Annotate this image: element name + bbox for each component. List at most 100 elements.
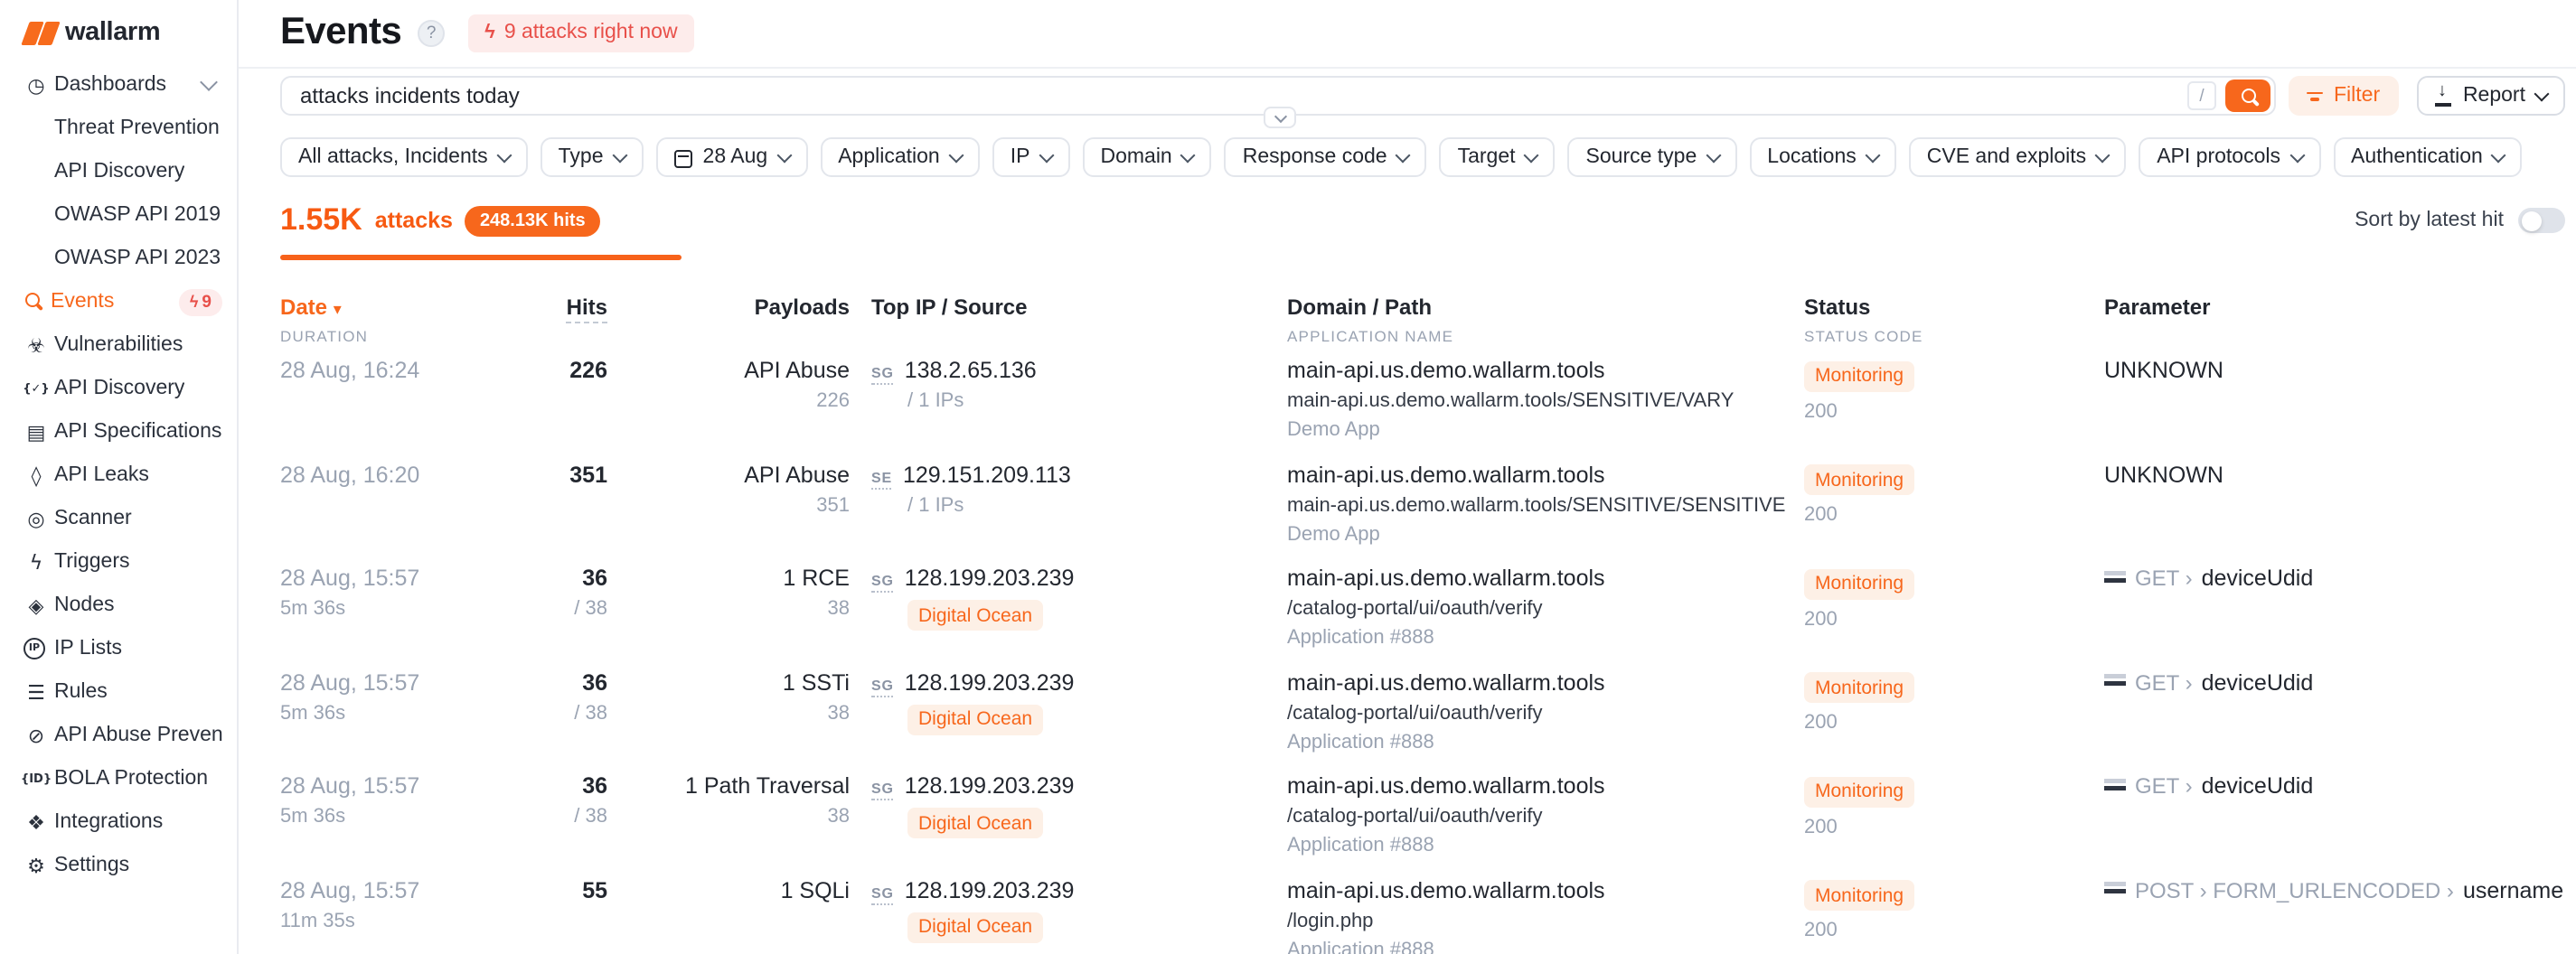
event-path: main-api.us.demo.wallarm.tools/SENSITIVE… (1287, 390, 1790, 414)
sidebar-item-vulnerabilities[interactable]: ☣ Vulnerabilities (0, 323, 237, 367)
sidebar: wallarm ◷ Dashboards Threat Prevention (0, 0, 239, 954)
help-icon[interactable]: ? (418, 19, 445, 46)
country-code-badge[interactable]: SG (871, 573, 894, 593)
report-button[interactable]: Report (2418, 76, 2565, 116)
sort-desc-icon: ▾ (334, 300, 342, 318)
payload-type: 1 SSTi (607, 670, 850, 697)
filter-chip-all-attacks-incidents[interactable]: All attacks, Incidents (280, 137, 528, 177)
filter-button[interactable]: Filter (2289, 76, 2398, 116)
hits-total: / 38 (452, 598, 607, 622)
sidebar-item-api-abuse-prevention[interactable]: ⊘ API Abuse Prevention (0, 714, 237, 757)
filter-chip-locations[interactable]: Locations (1749, 137, 1895, 177)
sidebar-item-owasp-api-2023[interactable]: OWASP API 2023 (0, 237, 237, 280)
filter-chip-ip[interactable]: IP (992, 137, 1070, 177)
sidebar-item-integrations[interactable]: ❖ Integrations (0, 800, 237, 844)
filter-chip-label: All attacks, Incidents (298, 146, 488, 168)
chevron-down-icon (612, 147, 627, 163)
sidebar-item-label: API Leaks (54, 464, 149, 486)
sidebar-item-label: Integrations (54, 811, 163, 833)
cell-source: SG 138.2.65.136 / 1 IPs (850, 358, 1265, 460)
cell-payloads: 1 SQLi (607, 878, 850, 954)
parameter-name: UNKNOWN (2104, 358, 2223, 383)
events-table-body: 28 Aug, 16:24 226 API Abuse 226 SG (280, 356, 2565, 954)
event-domain: main-api.us.demo.wallarm.tools (1287, 670, 1790, 697)
cell-date: 28 Aug, 15:57 5m 36s (280, 774, 452, 876)
http-part-icon (2104, 675, 2126, 691)
filter-chip-response-code[interactable]: Response code (1225, 137, 1427, 177)
cell-source: SE 129.151.209.113 / 1 IPs (850, 462, 1265, 564)
search-input[interactable] (300, 83, 2187, 108)
sidebar-item-label: API Discovery (54, 378, 184, 399)
column-header-date[interactable]: Date ▾ DURATION (280, 295, 452, 345)
application-name: Application #888 (1287, 940, 1790, 954)
cell-parameter: GET › deviceUdid (2088, 670, 2565, 772)
filter-chip-api-protocols[interactable]: API protocols (2139, 137, 2320, 177)
sidebar-item-owasp-api-2019[interactable]: OWASP API 2019 (0, 193, 237, 237)
status-badge: Monitoring (1804, 881, 1914, 912)
sidebar-item-events[interactable]: Events ϟ9 (0, 280, 237, 323)
event-domain: main-api.us.demo.wallarm.tools (1287, 774, 1790, 801)
cell-parameter: POST › FORM_URLENCODED › username (2088, 878, 2565, 954)
sidebar-item-api-discovery[interactable]: {✓} API Discovery (0, 367, 237, 410)
country-code-badge[interactable]: SE (871, 469, 892, 489)
cell-payloads: 1 SSTi 38 (607, 670, 850, 772)
collapse-filters-button[interactable] (1264, 107, 1296, 128)
attacks-right-now-badge[interactable]: ϟ 9 attacks right now (468, 14, 693, 51)
sidebar-item-rules[interactable]: ☰ Rules (0, 670, 237, 714)
filter-chip-target[interactable]: Target (1440, 137, 1556, 177)
sidebar-item-scanner[interactable]: ◎ Scanner (0, 497, 237, 540)
filter-chip-type[interactable]: Type (541, 137, 644, 177)
wallarm-logo[interactable]: wallarm (0, 0, 237, 47)
sort-toggle[interactable] (2518, 208, 2565, 233)
status-badge: Monitoring (1804, 464, 1914, 495)
filter-chip-source-type[interactable]: Source type (1568, 137, 1737, 177)
table-row[interactable]: 28 Aug, 16:20 351 API Abuse 351 SE (280, 460, 2565, 564)
column-subheader-application-name: APPLICATION NAME (1287, 327, 1790, 345)
app-root: wallarm ◷ Dashboards Threat Prevention (0, 0, 2576, 954)
integrations-icon: ❖ (22, 810, 51, 834)
sidebar-item-label: API Abuse Prevention (54, 725, 222, 746)
chevron-down-icon (2534, 86, 2550, 101)
filter-chip-authentication[interactable]: Authentication (2333, 137, 2523, 177)
country-code-badge[interactable]: SG (871, 885, 894, 905)
cell-domain-path: main-api.us.demo.wallarm.tools /catalog-… (1265, 566, 1790, 668)
droplet-icon: ◊ (22, 463, 51, 487)
event-date: 28 Aug, 15:57 (280, 566, 452, 593)
filter-chip-domain[interactable]: Domain (1082, 137, 1211, 177)
filter-chip-label: CVE and exploits (1927, 146, 2086, 168)
search-button[interactable] (2225, 80, 2270, 112)
sidebar-item-triggers[interactable]: ϟ Triggers (0, 540, 237, 584)
table-row[interactable]: 28 Aug, 16:24 226 API Abuse 226 SG (280, 356, 2565, 460)
sidebar-item-api-specifications[interactable]: ▤ API Specifications (0, 410, 237, 454)
filter-chip-28-aug[interactable]: 28 Aug (656, 137, 808, 177)
sidebar-item-api-leaks[interactable]: ◊ API Leaks (0, 454, 237, 497)
filter-chip-label: Source type (1586, 146, 1697, 168)
cell-status: Monitoring 200 (1790, 670, 2088, 772)
filter-icon (2307, 91, 2323, 100)
sidebar-item-threat-prevention[interactable]: Threat Prevention (0, 107, 237, 150)
filter-chip-cve-and-exploits[interactable]: CVE and exploits (1909, 137, 2126, 177)
id-braces-icon: {ID} (22, 772, 51, 786)
sidebar-item-api-discovery[interactable]: API Discovery (0, 150, 237, 193)
country-code-badge[interactable]: SG (871, 678, 894, 697)
filter-chip-application[interactable]: Application (820, 137, 980, 177)
sidebar-item-ip-lists[interactable]: IP IP Lists (0, 627, 237, 670)
sidebar-item-dashboards[interactable]: ◷ Dashboards (0, 63, 237, 107)
dashboard-icon: ◷ (22, 73, 51, 97)
attacks-right-now-label: 9 attacks right now (504, 22, 678, 43)
table-row[interactable]: 28 Aug, 15:57 11m 35s 55 1 SQLi SG (280, 876, 2565, 954)
source-ip: 129.151.209.113 (903, 462, 1071, 489)
country-code-badge[interactable]: SG (871, 365, 894, 385)
table-row[interactable]: 28 Aug, 15:57 5m 36s 36 / 38 1 RCE 38 SG (280, 564, 2565, 668)
column-header-domain: Domain / Path APPLICATION NAME (1265, 295, 1790, 345)
country-code-badge[interactable]: SG (871, 781, 894, 801)
sidebar-item-settings[interactable]: ⚙ Settings (0, 844, 237, 887)
status-code: 200 (1804, 504, 2088, 526)
status-badge: Monitoring (1804, 673, 1914, 704)
table-row[interactable]: 28 Aug, 15:57 5m 36s 36 / 38 1 SSTi 38 S… (280, 669, 2565, 772)
sidebar-item-label: IP Lists (54, 638, 122, 659)
event-path: /catalog-portal/ui/oauth/verify (1287, 703, 1790, 726)
table-row[interactable]: 28 Aug, 15:57 5m 36s 36 / 38 1 Path Trav… (280, 772, 2565, 876)
sidebar-item-nodes[interactable]: ◈ Nodes (0, 584, 237, 627)
sidebar-item-bola-protection[interactable]: {ID} BOLA Protection (0, 757, 237, 800)
